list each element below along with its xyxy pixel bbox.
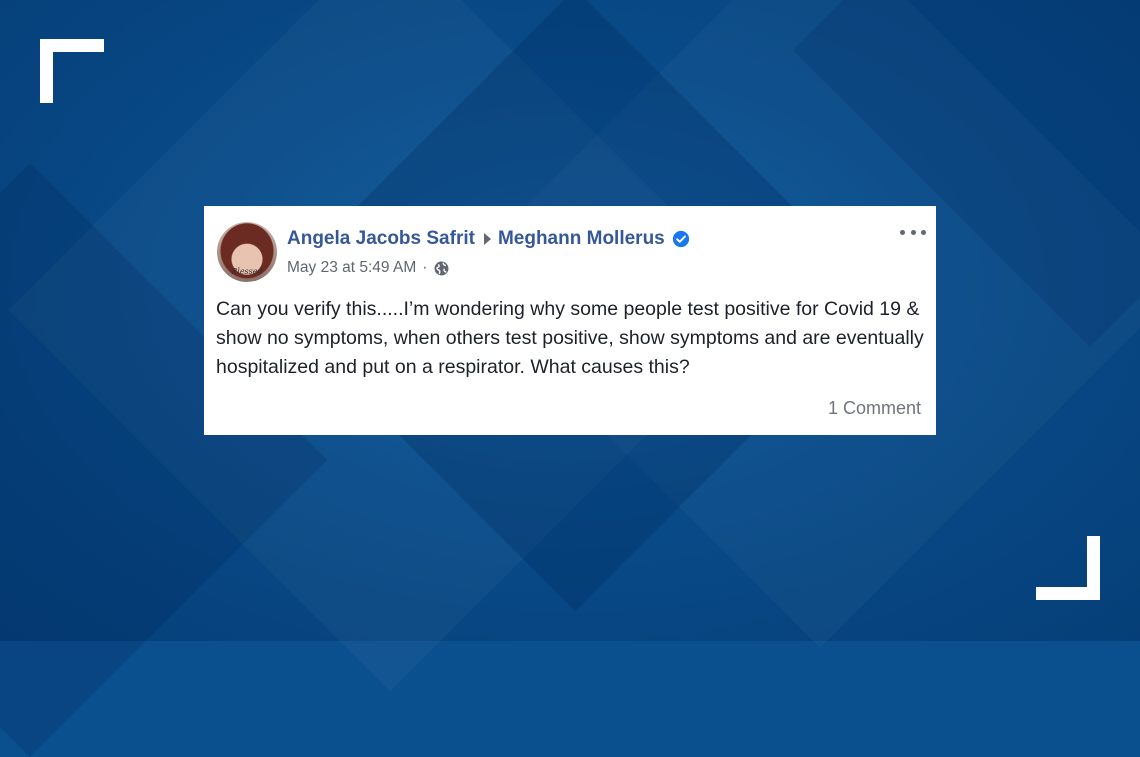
post-header: Angela Jacobs Safrit Meghann Mollerus	[287, 227, 690, 251]
frame-corner-bottom-right	[1036, 536, 1100, 600]
post-timestamp-link[interactable]: May 23 at 5:49 AM	[287, 259, 416, 277]
frame-corner-top-left	[40, 39, 104, 103]
post-meta: May 23 at 5:49 AM ·	[287, 258, 450, 278]
more-options-dot	[921, 229, 926, 235]
comments-count-link[interactable]: 1 Comment	[828, 398, 921, 419]
verified-badge-icon	[672, 230, 689, 248]
more-options-dot	[900, 229, 905, 235]
author-name-link[interactable]: Angela Jacobs Safrit	[287, 228, 475, 250]
post-body-text: Can you verify this.....I’m wondering wh…	[216, 298, 924, 378]
meta-separator: ·	[422, 259, 428, 276]
facebook-post-card: Blessed Angela Jacobs Safrit Meghann Mol…	[204, 206, 936, 435]
more-options-dot	[910, 229, 916, 235]
triangle-right-icon	[483, 233, 491, 245]
more-options-icon[interactable]	[900, 222, 926, 242]
author-avatar[interactable]: Blessed	[217, 222, 277, 282]
recipient-name-link[interactable]: Meghann Mollerus	[498, 228, 665, 250]
avatar-caption: Blessed	[231, 267, 263, 276]
globe-icon[interactable]	[433, 260, 450, 277]
